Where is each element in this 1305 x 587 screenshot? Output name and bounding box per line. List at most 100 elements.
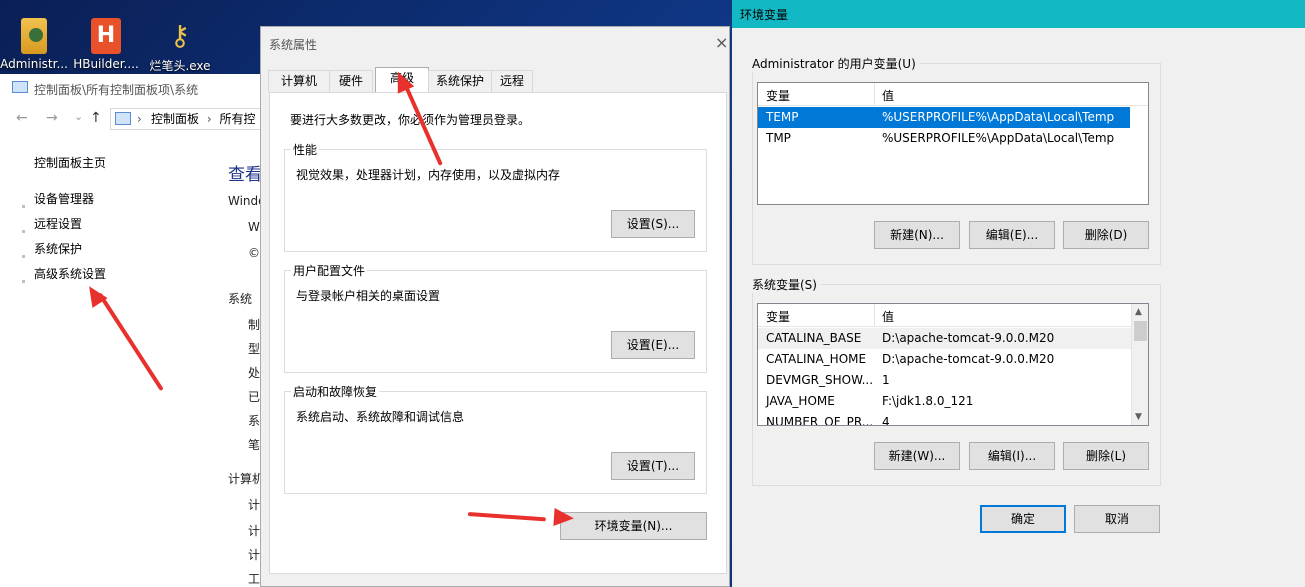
close-icon[interactable]: × (715, 33, 728, 52)
list-header: 变量 值 (758, 83, 1148, 106)
bullet-icon (22, 230, 25, 233)
table-row[interactable]: CATALINA_BASE D:\apache-tomcat-9.0.0.M20 (758, 328, 1132, 349)
startup-settings-button[interactable]: 设置(T)... (611, 452, 695, 480)
scrollbar-thumb[interactable] (1134, 321, 1147, 341)
sidebar-home-link[interactable]: 控制面板主页 (34, 154, 106, 171)
column-divider[interactable] (874, 304, 875, 327)
system-delete-button[interactable]: 删除(L) (1063, 442, 1149, 470)
desktop-icon-administrator[interactable]: Administr... (0, 18, 72, 71)
tab-computer-name[interactable]: 计算机名 (268, 70, 330, 109)
system-row-label: 型 (248, 342, 261, 356)
user-variables-list[interactable]: 变量 值 TEMP %USERPROFILE%\AppData\Local\Te… (757, 82, 1149, 205)
address-bar[interactable]: › 控制面板 › 所有控 (110, 108, 262, 130)
table-row[interactable]: TMP %USERPROFILE%\AppData\Local\Temp (758, 128, 1130, 149)
user-new-button[interactable]: 新建(N)... (874, 221, 960, 249)
vertical-scrollbar[interactable]: ▲ ▼ (1131, 304, 1148, 425)
chevron-right-icon: › (137, 112, 142, 126)
system-row-label: 处 (248, 366, 261, 380)
variable-value: 4 (882, 415, 890, 426)
computer-icon (12, 81, 28, 93)
cancel-button[interactable]: 取消 (1074, 505, 1160, 533)
user-icon (21, 18, 47, 54)
system-row-label: 系 (248, 414, 261, 428)
edition-text: W (248, 220, 260, 234)
computer-name-heading: 计算机 (228, 472, 262, 486)
tab-remote[interactable]: 远程 (491, 70, 533, 92)
breadcrumb-all-items[interactable]: 所有控 (219, 112, 255, 126)
user-edit-button[interactable]: 编辑(E)... (969, 221, 1055, 249)
group-description: 视觉效果，处理器计划，内存使用，以及虚拟内存 (296, 168, 561, 182)
environment-variables-button[interactable]: 环境变量(N)... (560, 512, 707, 540)
column-header-variable[interactable]: 变量 (766, 308, 790, 325)
table-row[interactable]: TEMP %USERPROFILE%\AppData\Local\Temp (758, 107, 1130, 128)
advanced-tab-panel: 要进行大多数更改，你必须作为管理员登录。 性能 视觉效果，处理器计划，内存使用，… (269, 92, 727, 574)
table-row[interactable]: DEVMGR_SHOW... 1 (758, 370, 1132, 391)
variable-name: CATALINA_HOME (766, 352, 867, 366)
sidebar-item-remote-settings[interactable]: 远程设置 (34, 215, 82, 232)
table-row[interactable]: NUMBER_OF_PR... 4 (758, 412, 1132, 426)
sidebar-item-system-protection[interactable]: 系统保护 (34, 240, 82, 257)
sidebar-item-advanced-settings[interactable]: 高级系统设置 (34, 265, 106, 282)
monitor-icon (115, 112, 131, 125)
variable-value: %USERPROFILE%\AppData\Local\Temp (882, 131, 1115, 145)
scroll-up-icon[interactable]: ▲ (1135, 307, 1142, 317)
control-panel-titlebar: 控制面板\所有控制面板项\系统 (0, 74, 262, 102)
variable-value: %USERPROFILE%\AppData\Local\Temp (882, 110, 1115, 124)
env-titlebar: 环境变量 (732, 0, 1305, 28)
column-divider[interactable] (874, 83, 875, 106)
column-header-value[interactable]: 值 (882, 308, 894, 325)
group-title: 启动和故障恢复 (291, 383, 380, 400)
column-header-variable[interactable]: 变量 (766, 87, 790, 104)
tab-system-protection[interactable]: 系统保护 (428, 70, 492, 92)
windows-edition-heading: Windo (228, 194, 262, 208)
desktop-icon-hbuilder[interactable]: H HBuilder.... (68, 18, 144, 71)
chevron-down-icon[interactable]: ⌄ (74, 110, 83, 123)
variable-value: F:\jdk1.8.0_121 (882, 394, 974, 408)
system-row-label: 制 (248, 318, 261, 332)
computer-row-label: 计 (248, 524, 261, 538)
system-row-label: 笔 (248, 438, 261, 452)
column-header-value[interactable]: 值 (882, 87, 894, 104)
system-variables-group: 系统变量(S) 变量 值 CATALINA_BASE D:\apache-tom… (752, 276, 1161, 486)
breadcrumb-control-panel[interactable]: 控制面板 (151, 112, 199, 126)
dialog-title: 系统属性 (269, 38, 318, 52)
user-variables-group: Administrator 的用户变量(U) 变量 值 TEMP %USERPR… (752, 55, 1161, 265)
desktop-icon-label: HBuilder.... (73, 57, 139, 71)
computer-row-label: 工 (248, 572, 261, 586)
scroll-down-icon[interactable]: ▼ (1135, 412, 1142, 422)
desktop-icon-lanbitou[interactable]: ⚷ 烂笔头.exe (142, 18, 218, 74)
user-delete-button[interactable]: 删除(D) (1063, 221, 1149, 249)
keys-icon: ⚷ (169, 19, 191, 52)
chevron-right-icon: › (206, 112, 212, 126)
hbuilder-icon: H (91, 18, 121, 54)
system-edit-button[interactable]: 编辑(I)... (969, 442, 1055, 470)
table-row[interactable]: CATALINA_HOME D:\apache-tomcat-9.0.0.M20 (758, 349, 1132, 370)
system-new-button[interactable]: 新建(W)... (874, 442, 960, 470)
performance-settings-button[interactable]: 设置(S)... (611, 210, 695, 238)
performance-group: 性能 视觉效果，处理器计划，内存使用，以及虚拟内存 设置(S)... (284, 141, 707, 252)
system-heading: 系统 (228, 292, 253, 306)
system-properties-dialog: 系统属性 × 计算机名 硬件 高级 系统保护 远程 要进行大多数更改，你必须作为… (260, 26, 730, 587)
bullet-icon (22, 205, 25, 208)
system-variables-label: 系统变量(S) (752, 276, 821, 293)
admin-note: 要进行大多数更改，你必须作为管理员登录。 (290, 113, 531, 127)
ok-button[interactable]: 确定 (980, 505, 1066, 533)
up-arrow-icon[interactable]: ↑ (90, 110, 102, 126)
user-variables-label: Administrator 的用户变量(U) (752, 55, 920, 72)
back-arrow-icon[interactable]: ← (16, 110, 28, 126)
group-description: 系统启动、系统故障和调试信息 (296, 410, 465, 424)
startup-recovery-group: 启动和故障恢复 系统启动、系统故障和调试信息 设置(T)... (284, 383, 707, 494)
variable-name: TMP (766, 131, 791, 145)
tab-hardware[interactable]: 硬件 (329, 70, 373, 92)
forward-arrow-icon[interactable]: → (46, 110, 58, 126)
variable-name: CATALINA_BASE (766, 331, 862, 345)
profile-settings-button[interactable]: 设置(E)... (611, 331, 695, 359)
bullet-icon (22, 280, 25, 283)
user-profiles-group: 用户配置文件 与登录帐户相关的桌面设置 设置(E)... (284, 262, 707, 373)
computer-row-label: 计 (248, 498, 261, 512)
system-row-label: 已 (248, 390, 261, 404)
system-variables-list[interactable]: 变量 值 CATALINA_BASE D:\apache-tomcat-9.0.… (757, 303, 1149, 426)
sidebar-item-device-manager[interactable]: 设备管理器 (34, 190, 94, 207)
table-row[interactable]: JAVA_HOME F:\jdk1.8.0_121 (758, 391, 1132, 412)
variable-name: TEMP (766, 110, 799, 124)
